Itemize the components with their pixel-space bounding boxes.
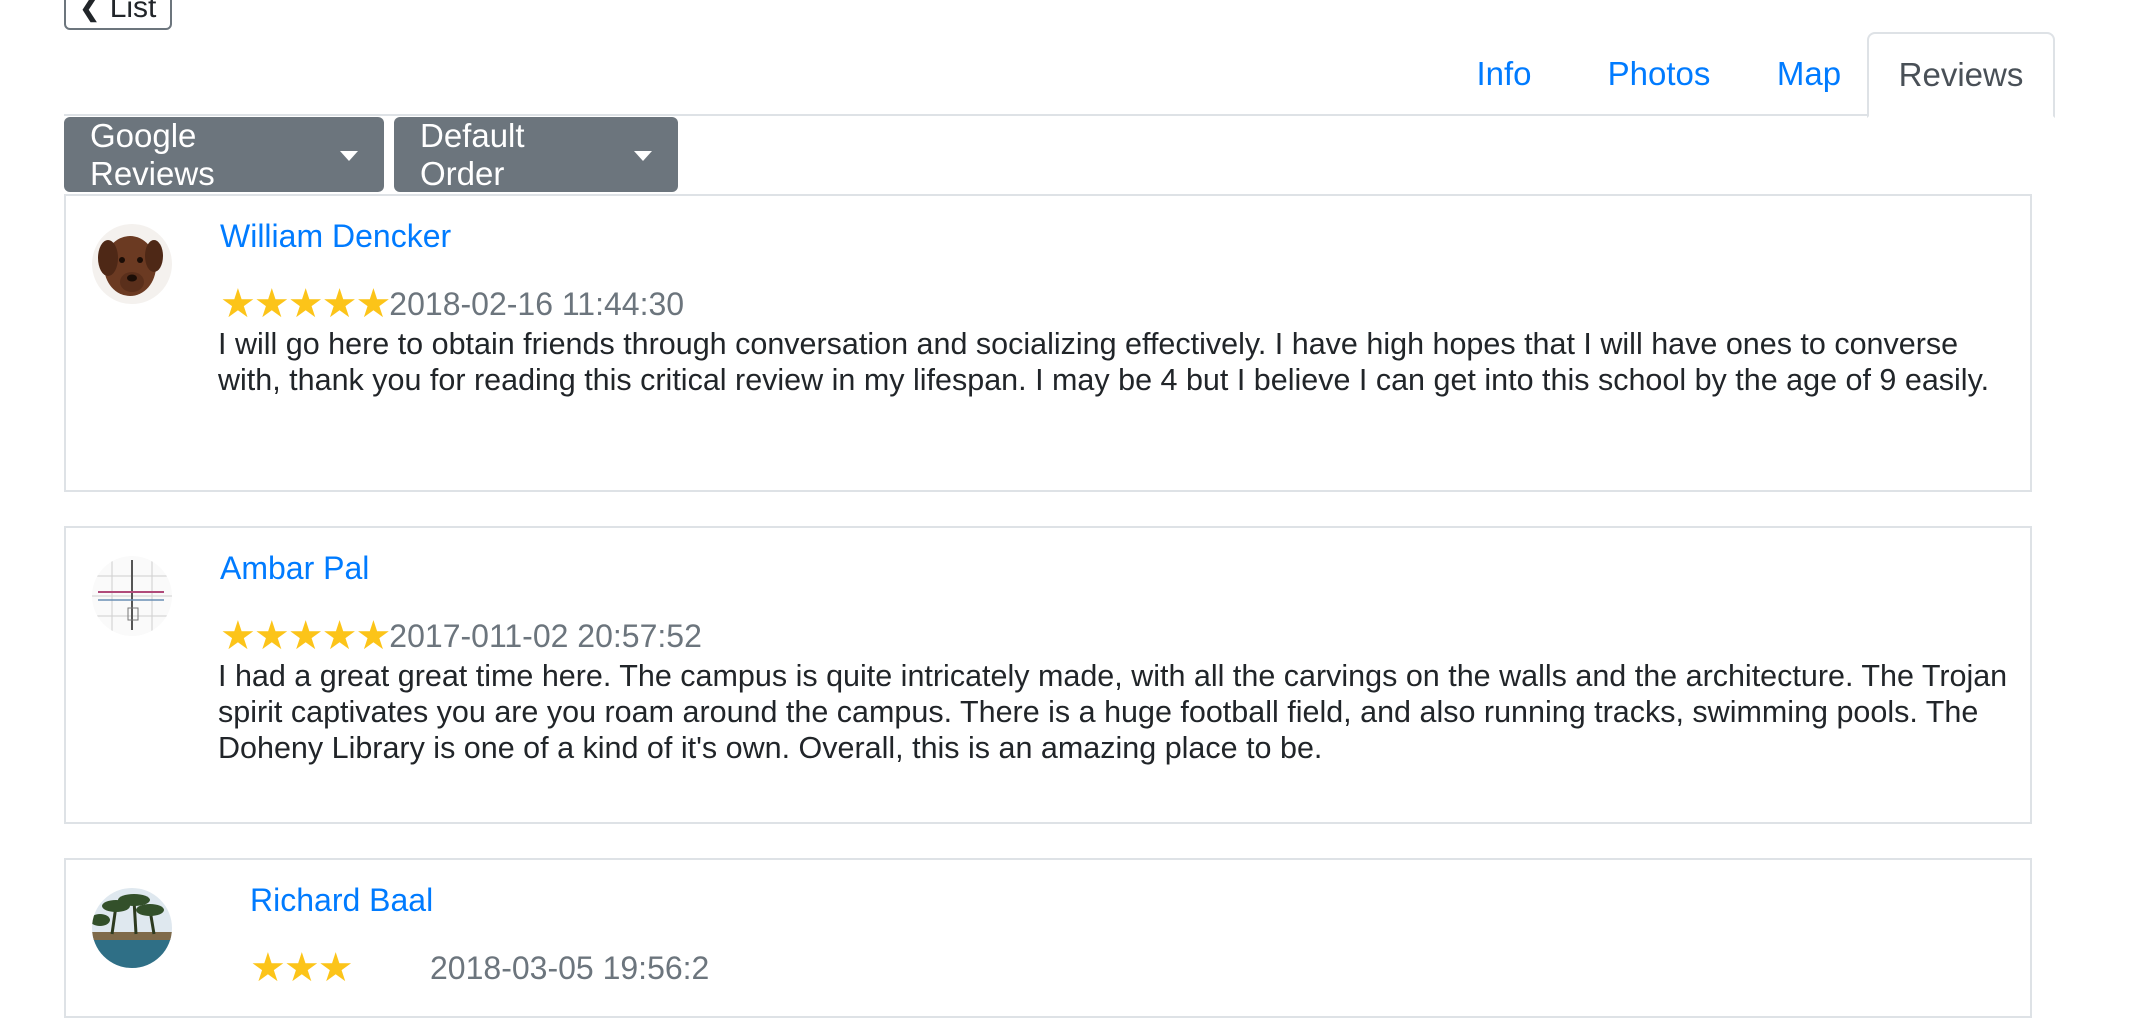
review-rating-line: ★★★ 2018-03-05 19:56:2 [250,948,709,988]
avatar[interactable] [92,224,172,304]
tab-map-label: Map [1776,55,1842,92]
review-card: Richard Baal ★★★ 2018-03-05 19:56:2 [64,858,2032,1018]
tab-reviews-label: Reviews [1898,56,2024,93]
chevron-left-icon: ❮ [79,0,100,22]
review-author-link[interactable]: William Dencker [220,218,451,255]
star-rating: ★★★★★ [220,282,391,326]
caret-down-icon [634,151,652,161]
back-button-label: List [109,0,157,24]
avatar[interactable] [92,888,172,968]
review-card: Ambar Pal ★★★★★ 2017-011-02 20:57:52 I h… [64,526,2032,824]
review-card: William Dencker ★★★★★ 2018-02-16 11:44:3… [64,194,2032,492]
caret-down-icon [340,151,358,161]
review-order-label: Default Order [420,116,525,192]
star-rating: ★★★★★ [220,614,391,658]
tab-photos[interactable]: Photos [1574,32,1744,116]
tab-reviews[interactable]: Reviews [1867,32,2055,118]
review-rating-line: ★★★★★ 2018-02-16 11:44:30 [220,284,684,324]
tab-map[interactable]: Map [1744,32,1874,116]
review-source-label: Google Reviews [90,116,215,192]
review-date: 2017-011-02 20:57:52 [389,617,702,654]
review-rating-line: ★★★★★ 2017-011-02 20:57:52 [220,616,702,656]
review-author-link[interactable]: Ambar Pal [220,550,369,587]
review-source-dropdown[interactable]: Google Reviews [64,117,384,192]
review-date: 2018-03-05 19:56:2 [430,949,710,986]
review-author-link[interactable]: Richard Baal [250,882,433,919]
review-date: 2018-02-16 11:44:30 [389,285,685,322]
avatar[interactable] [92,556,172,636]
review-text: I had a great great time here. The campu… [218,659,2008,765]
star-rating: ★★★ [250,946,354,990]
tab-info[interactable]: Info [1434,32,1574,116]
review-text: I will go here to obtain friends through… [218,327,1990,397]
tab-bar: Info Photos Map Reviews [64,32,2055,118]
tab-info-label: Info [1476,55,1532,92]
tab-photos-label: Photos [1607,55,1711,92]
back-to-list-button[interactable]: ❮ List [64,0,172,30]
review-order-dropdown[interactable]: Default Order [394,117,678,192]
